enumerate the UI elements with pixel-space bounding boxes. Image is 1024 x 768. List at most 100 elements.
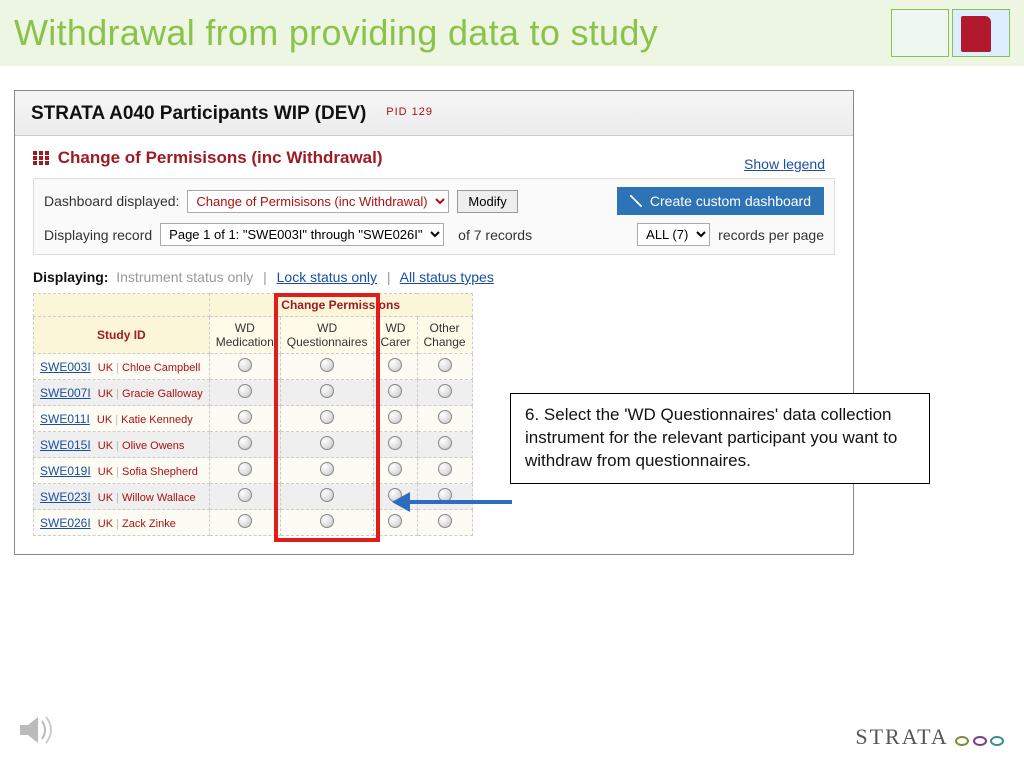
status-dot-icon — [438, 514, 452, 528]
status-cell[interactable] — [209, 406, 280, 432]
study-id-link[interactable]: SWE007I — [40, 386, 91, 400]
status-dot-icon — [238, 410, 252, 424]
status-cell[interactable] — [209, 432, 280, 458]
pencil-icon — [630, 195, 642, 207]
status-cell[interactable] — [280, 484, 374, 510]
status-dot-icon — [238, 384, 252, 398]
table-row: SWE007I UK | Gracie Galloway — [34, 380, 473, 406]
study-id-link[interactable]: SWE011I — [40, 412, 90, 426]
slide-title: Withdrawal from providing data to study — [14, 12, 891, 54]
dashboard-controls: Dashboard displayed: Change of Permisiso… — [33, 178, 835, 255]
grid-icon — [33, 151, 49, 165]
status-dot-icon — [388, 462, 402, 476]
study-id-cell: SWE023I UK | Willow Wallace — [34, 484, 210, 510]
study-id-cell: SWE019I UK | Sofia Shepherd — [34, 458, 210, 484]
status-cell[interactable] — [417, 406, 472, 432]
status-cell[interactable] — [280, 406, 374, 432]
status-cell[interactable] — [417, 484, 472, 510]
status-dot-icon — [438, 436, 452, 450]
slide-banner: Withdrawal from providing data to study — [0, 0, 1024, 66]
display-opt-lock[interactable]: Lock status only — [277, 269, 377, 285]
status-dot-icon — [320, 462, 334, 476]
status-dot-icon — [238, 514, 252, 528]
project-title: STRATA A040 Participants WIP (DEV) — [31, 103, 366, 124]
status-cell[interactable] — [280, 510, 374, 536]
status-cell[interactable] — [374, 380, 417, 406]
strata-logo: STRATA — [855, 724, 1004, 752]
status-cell[interactable] — [374, 432, 417, 458]
status-dot-icon — [388, 358, 402, 372]
status-cell[interactable] — [374, 354, 417, 380]
status-cell[interactable] — [417, 432, 472, 458]
create-dashboard-button[interactable]: Create custom dashboard — [617, 187, 824, 215]
map-thumb-regions — [891, 9, 949, 57]
section-heading: Change of Permisisons (inc Withdrawal) — [33, 148, 835, 168]
status-cell[interactable] — [417, 510, 472, 536]
instruction-callout: 6. Select the 'WD Questionnaires' data c… — [510, 393, 930, 484]
status-cell[interactable] — [209, 458, 280, 484]
redcap-window: STRATA A040 Participants WIP (DEV) PID 1… — [14, 90, 854, 555]
status-cell[interactable] — [417, 458, 472, 484]
status-dot-icon — [388, 384, 402, 398]
status-dot-icon — [388, 410, 402, 424]
status-dot-icon — [238, 358, 252, 372]
status-cell[interactable] — [280, 458, 374, 484]
table-row: SWE015I UK | Olive Owens — [34, 432, 473, 458]
status-cell[interactable] — [374, 406, 417, 432]
study-id-link[interactable]: SWE019I — [40, 464, 91, 478]
study-id-cell: SWE026I UK | Zack Zinke — [34, 510, 210, 536]
map-thumb-wa — [952, 9, 1010, 57]
status-dot-icon — [438, 384, 452, 398]
status-dot-icon — [320, 410, 334, 424]
col-study-id: Study ID — [34, 317, 210, 354]
table-row: SWE019I UK | Sofia Shepherd — [34, 458, 473, 484]
display-filter: Displaying: Instrument status only | Loc… — [33, 269, 835, 285]
display-opt-all[interactable]: All status types — [400, 269, 494, 285]
status-dot-icon — [438, 410, 452, 424]
status-cell[interactable] — [209, 380, 280, 406]
status-cell[interactable] — [374, 510, 417, 536]
status-cell[interactable] — [417, 380, 472, 406]
col-3: OtherChange — [417, 317, 472, 354]
study-id-link[interactable]: SWE003I — [40, 360, 91, 374]
study-id-link[interactable]: SWE023I — [40, 490, 91, 504]
col-0: WDMedication — [209, 317, 280, 354]
study-id-link[interactable]: SWE026I — [40, 516, 91, 530]
map-thumbnails — [891, 9, 1010, 57]
status-dot-icon — [320, 514, 334, 528]
page-select[interactable]: Page 1 of 1: "SWE003I" through "SWE026I" — [160, 223, 444, 246]
records-per-page-select[interactable]: ALL (7) — [637, 223, 710, 246]
status-cell[interactable] — [417, 354, 472, 380]
col-2: WDCarer — [374, 317, 417, 354]
status-dot-icon — [320, 358, 334, 372]
status-dot-icon — [238, 462, 252, 476]
dashboard-select[interactable]: Change of Permisisons (inc Withdrawal) — [187, 190, 449, 213]
status-dot-icon — [388, 436, 402, 450]
group-header: Change Permissions — [209, 294, 472, 317]
status-dot-icon — [320, 384, 334, 398]
study-id-cell: SWE007I UK | Gracie Galloway — [34, 380, 210, 406]
status-cell[interactable] — [280, 380, 374, 406]
table-row: SWE003I UK | Chloe Campbell — [34, 354, 473, 380]
status-cell[interactable] — [209, 510, 280, 536]
study-id-cell: SWE003I UK | Chloe Campbell — [34, 354, 210, 380]
status-cell[interactable] — [209, 484, 280, 510]
record-count: of 7 records — [458, 227, 532, 243]
display-opt-instrument: Instrument status only — [116, 269, 253, 285]
dashboard-label: Dashboard displayed: — [44, 193, 179, 209]
show-legend-link[interactable]: Show legend — [744, 156, 825, 172]
status-dot-icon — [438, 462, 452, 476]
status-cell[interactable] — [280, 354, 374, 380]
records-per-page-label: records per page — [718, 227, 824, 243]
speaker-icon — [18, 713, 58, 750]
status-cell[interactable] — [280, 432, 374, 458]
status-cell[interactable] — [374, 458, 417, 484]
status-cell[interactable] — [209, 354, 280, 380]
col-1: WDQuestionnaires — [280, 317, 374, 354]
status-dot-icon — [320, 488, 334, 502]
displaying-record-label: Displaying record — [44, 227, 152, 243]
study-id-link[interactable]: SWE015I — [40, 438, 91, 452]
table-row: SWE011I UK | Katie Kennedy — [34, 406, 473, 432]
status-dot-icon — [320, 436, 334, 450]
modify-button[interactable]: Modify — [457, 190, 517, 213]
